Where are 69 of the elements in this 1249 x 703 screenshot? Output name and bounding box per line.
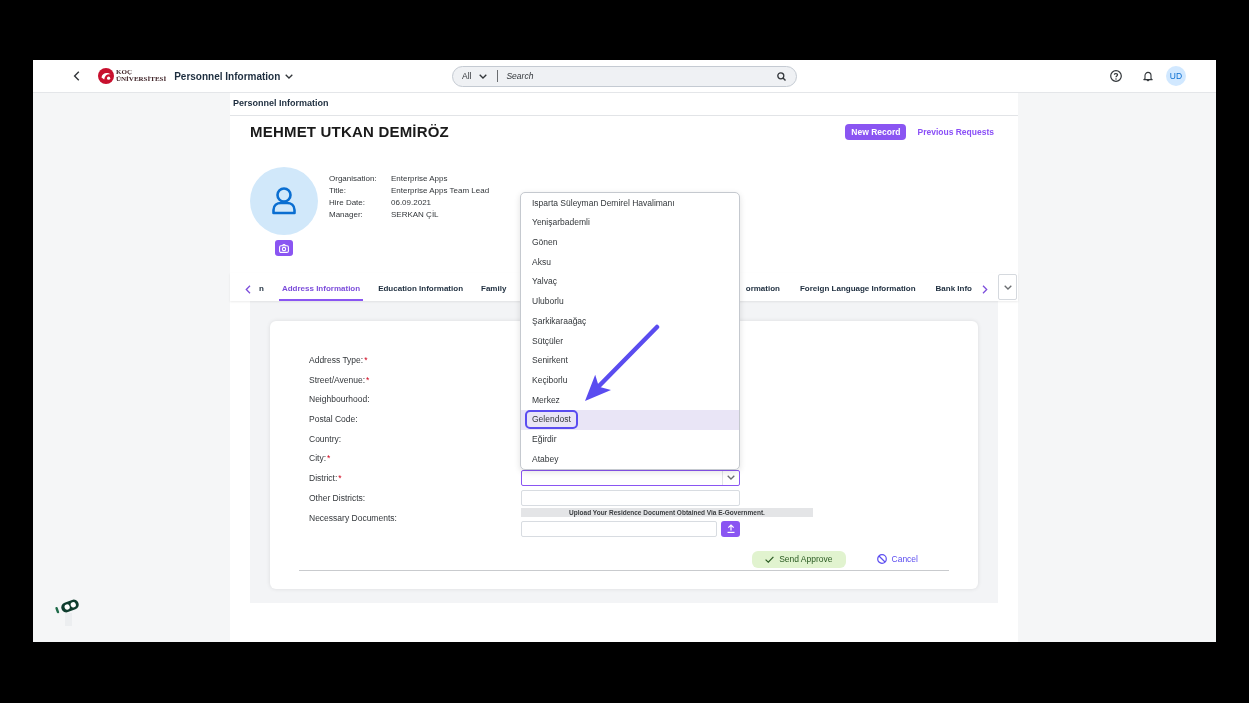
upload-button[interactable]: [721, 520, 740, 537]
tab[interactable]: Bank Info: [932, 273, 975, 301]
scroll-left-icon[interactable]: [245, 284, 251, 294]
detail-label: Manager:: [329, 209, 363, 221]
dropdown-option[interactable]: Sütçüler: [521, 331, 739, 351]
notifications-icon[interactable]: [1143, 70, 1153, 82]
field-label: Country:: [309, 433, 342, 444]
help-icon[interactable]: [1110, 70, 1122, 82]
app-title-menu[interactable]: Personnel Information: [174, 68, 294, 84]
detail-value: 06.09.2021: [391, 197, 432, 209]
send-approve-button[interactable]: Send Approve: [752, 550, 846, 568]
previous-requests-link[interactable]: Previous Requests: [917, 125, 994, 139]
scope-dropdown[interactable]: All: [462, 69, 488, 83]
check-icon: [765, 555, 775, 563]
dropdown-option[interactable]: Gönen: [521, 232, 739, 253]
input-field[interactable]: [521, 489, 740, 506]
employee-name: MEHMET UTKAN DEMİRÖZ: [250, 121, 449, 142]
field-label: Other Districts:: [309, 492, 366, 503]
field-label: District:*: [309, 472, 342, 483]
tab[interactable]: ormation: [742, 273, 783, 301]
search-field[interactable]: All Search: [452, 65, 797, 87]
camera-button[interactable]: [275, 240, 293, 256]
field-label: Address Type:*: [309, 354, 368, 365]
page-title: Personnel Information: [233, 96, 329, 110]
dropdown-option[interactable]: Senirkent: [521, 350, 739, 371]
detail-label: Organisation:: [329, 173, 377, 185]
detail-label: Title:: [329, 185, 347, 197]
detail-label: Hire Date:: [329, 197, 365, 209]
dropdown-option[interactable]: Atabey: [521, 449, 739, 469]
goggles-icon[interactable]: [55, 597, 81, 627]
new-record-button[interactable]: New Record: [845, 124, 907, 140]
cancel-icon: [876, 554, 887, 564]
chevron-down-icon: [479, 73, 488, 79]
field-label: Street/Avenue:*: [309, 374, 370, 385]
chevron-down-icon: [727, 475, 735, 481]
field-label: Postal Code:: [309, 413, 358, 424]
dropdown-option[interactable]: Aksu: [521, 252, 739, 273]
search-icon[interactable]: [777, 71, 786, 81]
logo-emblem-icon: [98, 68, 114, 84]
user-avatar[interactable]: UD: [1166, 66, 1186, 86]
tab[interactable]: n: [256, 273, 267, 301]
dropdown-option[interactable]: Gelendost: [521, 409, 739, 430]
dropdown-option[interactable]: Isparta Süleyman Demirel Havalimanı: [521, 193, 739, 214]
dropdown-option[interactable]: Yalvaç: [521, 272, 739, 292]
dropdown-option[interactable]: Yenişarbademli: [521, 213, 739, 233]
upload-icon: [726, 524, 735, 533]
field-label: Necessary Documents:: [309, 512, 397, 523]
tab[interactable]: Foreign Language Information: [797, 273, 919, 301]
avatar-person-icon: [250, 167, 318, 235]
dropdown-option[interactable]: Keçiborlu: [521, 370, 739, 391]
file-input-field[interactable]: [521, 520, 717, 537]
chevron-down-icon: [1003, 284, 1012, 290]
dropdown-option[interactable]: Merkez: [521, 390, 739, 410]
dropdown-option[interactable]: Eğirdir: [521, 429, 739, 450]
camera-icon: [279, 243, 289, 253]
scroll-right-icon[interactable]: [982, 284, 988, 294]
field-label: Neighbourhood:: [309, 394, 370, 405]
tab[interactable]: Family: [478, 273, 510, 301]
cancel-button[interactable]: Cancel: [876, 550, 918, 568]
pointer-arrow-icon: [582, 324, 660, 404]
dropdown-option[interactable]: Uluborlu: [521, 291, 739, 312]
tab[interactable]: Education Information: [375, 273, 466, 301]
back-icon[interactable]: [73, 71, 80, 81]
field-label: City:*: [309, 453, 331, 464]
chevron-down-icon: [285, 73, 294, 79]
detail-value: Enterprise Apps: [391, 173, 448, 185]
detail-value: SERKAN ÇİL: [391, 209, 439, 221]
dropdown-option[interactable]: Şarkikaraağaç: [521, 311, 739, 332]
detail-value: Enterprise Apps Team Lead: [391, 185, 490, 197]
